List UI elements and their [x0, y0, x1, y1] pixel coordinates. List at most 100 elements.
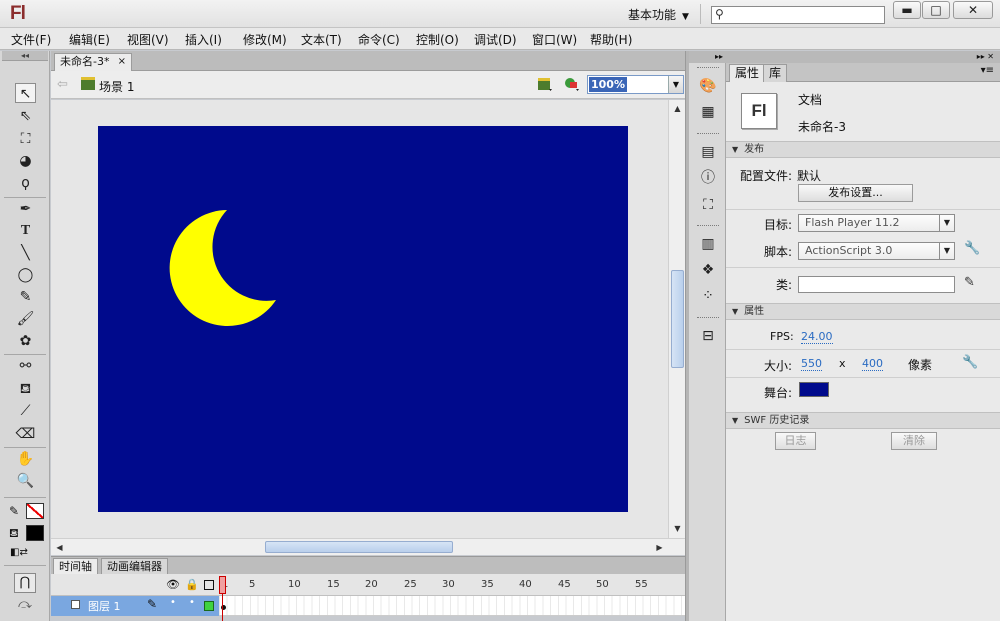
minimize-button[interactable]: ▬: [893, 1, 921, 19]
document-settings-wrench-icon[interactable]: 🔧: [962, 355, 978, 370]
script-settings-wrench-icon[interactable]: 🔧: [964, 241, 980, 256]
log-button[interactable]: 日志: [775, 432, 816, 450]
edit-scene-icon[interactable]: [537, 76, 553, 92]
panel-grip[interactable]: [697, 225, 719, 227]
zoom-select[interactable]: 100% ▼: [587, 75, 684, 94]
pencil-tool-icon[interactable]: ✎: [15, 287, 36, 307]
pen-tool-icon[interactable]: ✒: [15, 199, 36, 219]
publish-settings-button[interactable]: 发布设置...: [798, 184, 913, 202]
attributes-section-header[interactable]: ▼ 属性: [726, 303, 1000, 320]
menu-view[interactable]: 视图(V): [127, 31, 169, 48]
swf-history-section-header[interactable]: ▼ SWF 历史记录: [726, 412, 1000, 429]
stage-color-swatch[interactable]: [799, 382, 829, 397]
hand-tool-icon[interactable]: ✋: [15, 449, 36, 469]
bone-tool-icon[interactable]: ⚯: [15, 356, 36, 376]
panel-menu-icon[interactable]: ▾≡: [981, 65, 994, 76]
selection-tool-icon[interactable]: ↖: [15, 83, 36, 103]
eraser-tool-icon[interactable]: ⌫: [15, 424, 36, 444]
stage[interactable]: [98, 126, 628, 512]
vertical-scroll-thumb[interactable]: [671, 270, 684, 368]
menu-debug[interactable]: 调试(D): [474, 31, 517, 48]
close-tab-icon[interactable]: ×: [118, 54, 126, 70]
align-icon[interactable]: ▤: [699, 143, 717, 161]
chevron-down-icon[interactable]: ▼: [668, 76, 683, 93]
lock-dot[interactable]: •: [189, 597, 195, 608]
menu-modify[interactable]: 修改(M): [243, 31, 287, 48]
fps-value[interactable]: 24.00: [801, 330, 833, 344]
menu-window[interactable]: 窗口(W): [532, 31, 577, 48]
stage-height-value[interactable]: 400: [862, 357, 883, 371]
publish-section-header[interactable]: ▼ 发布: [726, 141, 1000, 158]
paint-bucket-tool-icon[interactable]: ⛾: [15, 379, 36, 399]
components-icon[interactable]: ❖: [699, 261, 717, 279]
stroke-color-swatch[interactable]: [26, 503, 44, 519]
menu-control[interactable]: 控制(O): [416, 31, 459, 48]
visibility-dot[interactable]: •: [170, 597, 176, 608]
clear-button[interactable]: 清除: [891, 432, 937, 450]
panel-grip[interactable]: ▸▸: [689, 51, 726, 63]
target-select[interactable]: Flash Player 11.2 ▼: [798, 214, 955, 232]
panel-grip[interactable]: [697, 67, 719, 69]
help-search-input[interactable]: ⚲: [711, 6, 885, 24]
free-transform-tool-icon[interactable]: ⛶: [15, 129, 36, 149]
horizontal-scroll-thumb[interactable]: [265, 541, 453, 553]
scroll-down-icon[interactable]: ▼: [670, 521, 685, 536]
menu-file[interactable]: 文件(F): [11, 31, 51, 48]
smooth-icon[interactable]: ⤼: [14, 597, 36, 615]
eyedropper-tool-icon[interactable]: ⟋: [15, 401, 36, 421]
3d-rotation-tool-icon[interactable]: ◕: [15, 151, 36, 171]
color-icon[interactable]: 🎨: [699, 77, 717, 95]
menu-commands[interactable]: 命令(C): [358, 31, 400, 48]
edit-symbols-icon[interactable]: [564, 76, 580, 92]
tab-motion-editor[interactable]: 动画编辑器: [101, 558, 168, 575]
snap-magnet-icon[interactable]: ⋂: [14, 573, 36, 593]
zoom-tool-icon[interactable]: 🔍: [15, 471, 36, 491]
menu-help[interactable]: 帮助(H): [590, 31, 632, 48]
tab-properties[interactable]: 属性: [729, 64, 766, 82]
document-name[interactable]: 未命名-3: [798, 118, 846, 135]
outline-color-box[interactable]: [204, 601, 214, 611]
layer-name[interactable]: 图层 1: [88, 598, 121, 614]
panel-grip[interactable]: ◂◂: [2, 51, 48, 61]
playhead[interactable]: [219, 576, 226, 594]
timeline-layer-row[interactable]: 图层 1 ✎ • •: [51, 596, 685, 616]
deco-tool-icon[interactable]: ✿: [15, 331, 36, 351]
menu-edit[interactable]: 编辑(E): [69, 31, 110, 48]
eye-icon[interactable]: 👁: [166, 578, 180, 591]
scroll-left-icon[interactable]: ◀: [52, 540, 67, 555]
moon-shape[interactable]: [98, 126, 628, 512]
menu-insert[interactable]: 插入(I): [185, 31, 222, 48]
panel-grip[interactable]: [697, 133, 719, 135]
tab-library[interactable]: 库: [763, 64, 788, 82]
brush-tool-icon[interactable]: 🖌: [15, 309, 36, 329]
line-tool-icon[interactable]: ╲: [15, 243, 36, 263]
motion-presets-icon[interactable]: ⁘: [699, 287, 717, 305]
menu-text[interactable]: 文本(T): [301, 31, 342, 48]
stage-width-value[interactable]: 550: [801, 357, 822, 371]
oval-tool-icon[interactable]: ◯: [15, 265, 36, 285]
script-select[interactable]: ActionScript 3.0 ▼: [798, 242, 955, 260]
maximize-button[interactable]: □: [922, 1, 950, 19]
layer-name-cell[interactable]: 图层 1 ✎ • •: [51, 596, 219, 616]
transform-icon[interactable]: ⛶: [699, 196, 717, 214]
subselection-tool-icon[interactable]: ⇖: [15, 106, 36, 126]
scroll-up-icon[interactable]: ▲: [670, 101, 685, 116]
info-icon[interactable]: ⓘ: [699, 169, 717, 187]
panel-grip[interactable]: ▸▸ ✕: [726, 51, 1000, 63]
lasso-tool-icon[interactable]: ϙ: [15, 173, 36, 193]
text-tool-icon[interactable]: T: [15, 221, 36, 241]
panel-grip[interactable]: [697, 317, 719, 319]
class-input[interactable]: [798, 276, 955, 293]
tab-timeline[interactable]: 时间轴: [53, 558, 98, 575]
output-icon[interactable]: ⊟: [699, 327, 717, 345]
frame-cells[interactable]: [219, 596, 685, 616]
document-tab[interactable]: 未命名-3* ×: [54, 53, 132, 71]
horizontal-scrollbar[interactable]: ◀ ▶: [51, 538, 685, 555]
lock-icon[interactable]: 🔒: [185, 578, 199, 591]
edit-class-pencil-icon[interactable]: ✎: [964, 275, 975, 290]
swatches-icon[interactable]: ▦: [699, 103, 717, 121]
code-snippets-icon[interactable]: ▥: [699, 235, 717, 253]
scroll-right-icon[interactable]: ▶: [652, 540, 667, 555]
swap-colors-icon[interactable]: ◧⇄: [10, 547, 28, 558]
workspace-switcher[interactable]: 基本功能 ▼: [628, 6, 689, 23]
